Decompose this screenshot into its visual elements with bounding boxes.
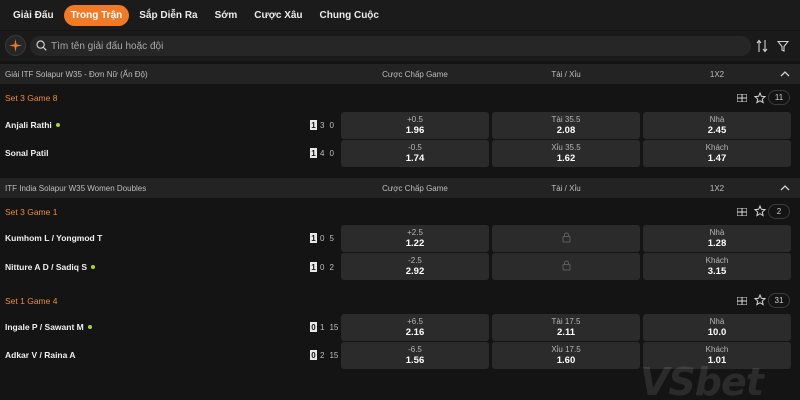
handicap-odd-button[interactable]: -6.5 1.56 (341, 342, 489, 369)
tab-som[interactable]: Sớm (208, 5, 245, 26)
lock-icon (562, 232, 571, 245)
1x2-odd-button[interactable]: Khách 1.47 (643, 140, 791, 167)
1x2-odd-button[interactable]: Nhà 1.28 (643, 225, 791, 252)
1x2-odd-button[interactable]: Nhà 10.0 (643, 314, 791, 341)
over-under-locked-cell (492, 253, 640, 280)
search-input[interactable] (51, 40, 731, 52)
score-line: 140 (310, 148, 334, 158)
score-line: 0 1 15 (310, 322, 339, 332)
handicap-odd-button[interactable]: -2.5 2.92 (341, 253, 489, 280)
score-line: 105 (310, 233, 334, 243)
set-game-label: Set 3 Game 8 (5, 93, 58, 103)
set-game-label: Set 3 Game 1 (5, 207, 58, 217)
brand-watermark: VSbet (640, 360, 764, 400)
player-name: Nitture A D / Sadiq S (5, 262, 96, 272)
player-name: Kumhom L / Yongmod T (5, 233, 103, 243)
star-icon[interactable] (753, 204, 767, 217)
stats-icon[interactable] (736, 93, 748, 103)
column-handicap: Cược Chấp Game (382, 69, 448, 79)
sets-won: 1 (310, 262, 317, 272)
player-name: Sonal Patil (5, 148, 49, 158)
market-count-badge[interactable]: 11 (768, 90, 790, 105)
search-box[interactable] (30, 36, 751, 56)
handicap-odd-button[interactable]: +2.5 1.22 (341, 225, 489, 252)
league-name: ITF India Solapur W35 Women Doubles (5, 183, 147, 193)
over-under-odd-button[interactable]: Xỉu 17.5 1.60 (492, 342, 640, 369)
player-name: Anjali Rathi (5, 120, 60, 130)
lock-icon (562, 260, 571, 273)
chevron-up-icon[interactable] (779, 68, 791, 80)
column-over-under: Tài / Xỉu (551, 183, 581, 193)
top-tab-bar: Giải Đấu Trong Trận Sắp Diễn Ra Sớm Cược… (0, 0, 800, 30)
handicap-odd-button[interactable]: +6.5 2.16 (341, 314, 489, 341)
league-header[interactable]: Giải ITF Solapur W35 - Đơn Nữ (Ấn Độ) Cư… (0, 64, 800, 84)
sets-won: 0 (310, 350, 317, 360)
star-icon[interactable] (753, 91, 767, 104)
filter-icon[interactable] (776, 39, 790, 53)
over-under-odd-button[interactable]: Tài 35.5 2.08 (492, 112, 640, 139)
handicap-odd-button[interactable]: +0.5 1.96 (341, 112, 489, 139)
search-row (0, 31, 800, 61)
score-line: 102 (310, 262, 334, 272)
market-count-badge[interactable]: 2 (768, 204, 790, 219)
sets-won: 0 (310, 322, 317, 332)
tab-sap-dien-ra[interactable]: Sắp Diễn Ra (132, 5, 204, 26)
stats-icon[interactable] (736, 207, 748, 217)
chevron-up-icon[interactable] (779, 182, 791, 194)
1x2-odd-button[interactable]: Khách 3.15 (643, 253, 791, 280)
column-over-under: Tài / Xỉu (551, 69, 581, 79)
sort-icon[interactable] (756, 39, 768, 53)
column-handicap: Cược Chấp Game (382, 183, 448, 193)
over-under-locked-cell (492, 225, 640, 252)
serving-dot (87, 325, 92, 329)
serving-dot (91, 265, 96, 269)
league-name: Giải ITF Solapur W35 - Đơn Nữ (Ấn Độ) (5, 69, 148, 79)
market-count-badge[interactable]: 31 (768, 293, 790, 308)
set-game-label: Set 1 Game 4 (5, 296, 58, 306)
player-name: Adkar V / Raina A (5, 350, 76, 360)
player-name: Ingale P / Sawant M (5, 322, 92, 332)
tab-cuoc-xau[interactable]: Cược Xâu (247, 5, 309, 26)
sparkle-icon[interactable] (5, 35, 26, 56)
tab-chung-cuoc[interactable]: Chung Cuộc (313, 5, 386, 26)
league-header[interactable]: ITF India Solapur W35 Women Doubles Cược… (0, 178, 800, 198)
star-icon[interactable] (753, 293, 767, 306)
search-icon (36, 39, 47, 53)
stats-icon[interactable] (736, 296, 748, 306)
sets-won: 1 (310, 120, 317, 130)
tab-trong-tran[interactable]: Trong Trận (63, 4, 130, 26)
column-1x2: 1X2 (709, 183, 725, 193)
handicap-odd-button[interactable]: -0.5 1.74 (341, 140, 489, 167)
1x2-odd-button[interactable]: Nhà 2.45 (643, 112, 791, 139)
column-1x2: 1X2 (709, 69, 725, 79)
sets-won: 1 (310, 148, 317, 158)
tab-giai-dau[interactable]: Giải Đấu (6, 5, 61, 26)
score-line: 0 2 15 (310, 350, 339, 360)
serving-dot (55, 123, 60, 127)
score-line: 130 (310, 120, 334, 130)
over-under-odd-button[interactable]: Xỉu 35.5 1.62 (492, 140, 640, 167)
over-under-odd-button[interactable]: Tài 17.5 2.11 (492, 314, 640, 341)
sets-won: 1 (310, 233, 317, 243)
